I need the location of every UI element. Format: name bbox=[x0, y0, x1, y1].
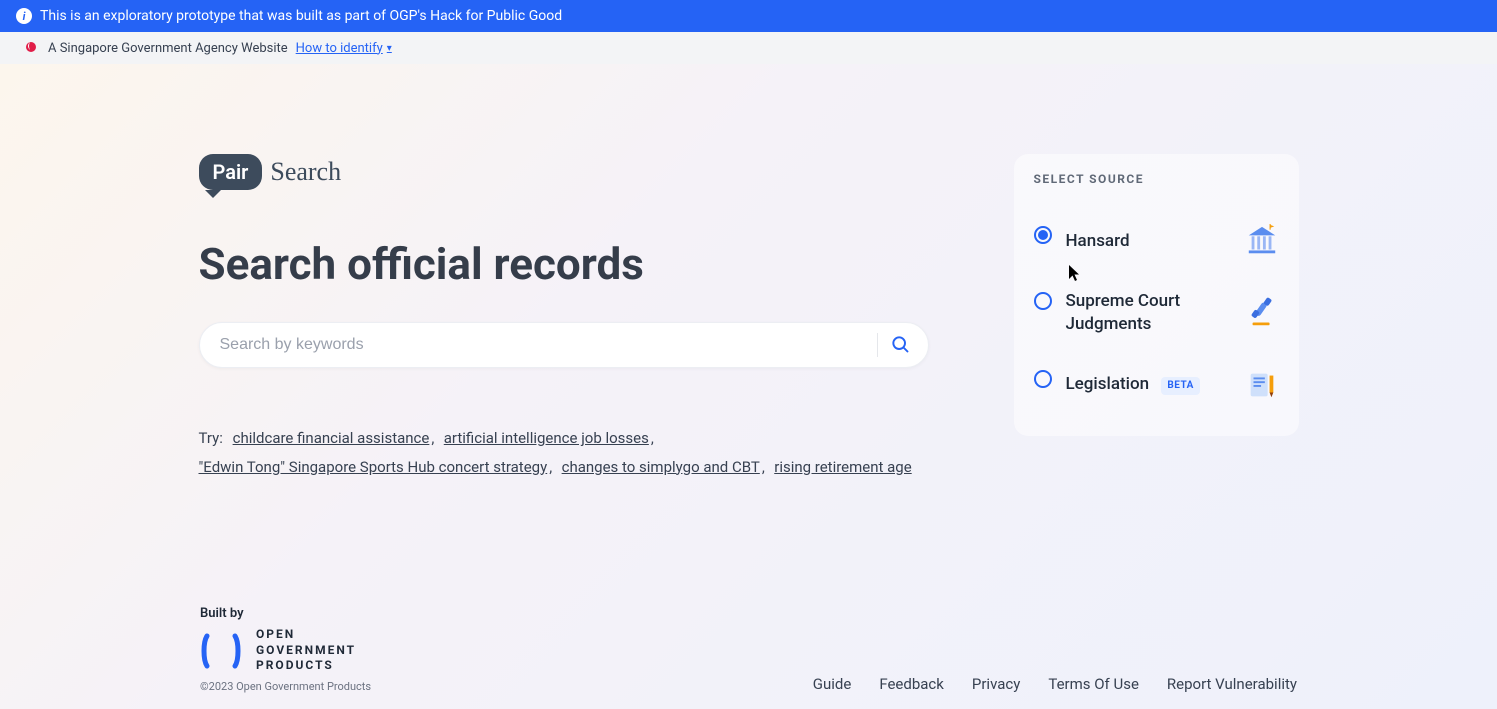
source-label: Hansard bbox=[1066, 230, 1231, 253]
gov-bar-text: A Singapore Government Agency Website bbox=[48, 41, 288, 56]
radio-unselected-icon bbox=[1034, 370, 1052, 388]
footer: Built by OPEN GOVERNMENT PRODUCTS ©2023 … bbox=[0, 606, 1497, 693]
source-label: Supreme Court Judgments bbox=[1066, 290, 1231, 336]
brand-text: Search bbox=[270, 157, 341, 187]
radio-unselected-icon bbox=[1034, 292, 1052, 310]
try-suggestions: Try: childcare financial assistance, art… bbox=[199, 424, 939, 481]
try-link-4[interactable]: rising retirement age bbox=[774, 458, 911, 476]
try-link-3[interactable]: changes to simplygo and CBT bbox=[562, 458, 760, 476]
footer-link-terms[interactable]: Terms Of Use bbox=[1048, 675, 1139, 693]
beta-badge: BETA bbox=[1161, 377, 1200, 395]
footer-link-feedback[interactable]: Feedback bbox=[879, 675, 944, 693]
info-icon: i bbox=[16, 8, 32, 24]
try-link-2[interactable]: "Edwin Tong" Singapore Sports Hub concer… bbox=[199, 458, 548, 476]
search-bar[interactable] bbox=[199, 322, 929, 368]
document-pencil-icon bbox=[1245, 368, 1279, 402]
singapore-flag-icon bbox=[24, 40, 40, 56]
gavel-icon bbox=[1245, 296, 1279, 330]
try-label: Try: bbox=[199, 429, 223, 447]
built-by-label: Built by bbox=[200, 606, 371, 621]
try-link-1[interactable]: artificial intelligence job losses bbox=[444, 429, 649, 447]
try-link-0[interactable]: childcare financial assistance bbox=[233, 429, 430, 447]
ogp-brand: OPEN GOVERNMENT PRODUCTS bbox=[200, 627, 371, 674]
search-icon bbox=[890, 334, 910, 357]
source-item-hansard[interactable]: Hansard bbox=[1034, 208, 1279, 274]
source-item-judgments[interactable]: Supreme Court Judgments bbox=[1034, 274, 1279, 352]
footer-links: Guide Feedback Privacy Terms Of Use Repo… bbox=[813, 675, 1297, 693]
banner-text: This is an exploratory prototype that wa… bbox=[40, 8, 562, 24]
main-content: Pair Search Search official records Try:… bbox=[199, 154, 1299, 481]
left-column: Pair Search Search official records Try:… bbox=[199, 154, 939, 481]
ogp-text: OPEN GOVERNMENT PRODUCTS bbox=[256, 627, 356, 674]
right-column: SELECT SOURCE Hansard Supreme Court Judg… bbox=[1014, 154, 1299, 436]
copyright-text: ©2023 Open Government Products bbox=[200, 680, 371, 693]
brand-logo: Pair Search bbox=[199, 154, 939, 190]
page-title: Search official records bbox=[199, 238, 939, 290]
brand-badge: Pair bbox=[199, 154, 263, 190]
search-divider bbox=[877, 333, 878, 357]
parliament-icon bbox=[1245, 224, 1279, 258]
source-panel-title: SELECT SOURCE bbox=[1034, 172, 1279, 186]
prototype-banner: i This is an exploratory prototype that … bbox=[0, 0, 1497, 32]
source-item-legislation[interactable]: Legislation BETA bbox=[1034, 352, 1279, 418]
how-to-identify-link[interactable]: How to identify ▾ bbox=[296, 41, 392, 56]
radio-selected-icon bbox=[1034, 226, 1052, 244]
source-label: Legislation BETA bbox=[1066, 373, 1231, 396]
footer-link-report[interactable]: Report Vulnerability bbox=[1167, 675, 1297, 693]
footer-link-guide[interactable]: Guide bbox=[813, 675, 852, 693]
footer-link-privacy[interactable]: Privacy bbox=[972, 675, 1020, 693]
ogp-logo-icon bbox=[200, 630, 242, 672]
search-input[interactable] bbox=[210, 336, 877, 354]
chevron-down-icon: ▾ bbox=[387, 43, 392, 54]
source-panel: SELECT SOURCE Hansard Supreme Court Judg… bbox=[1014, 154, 1299, 436]
built-by-block: Built by OPEN GOVERNMENT PRODUCTS ©2023 … bbox=[200, 606, 371, 693]
gov-agency-bar: A Singapore Government Agency Website Ho… bbox=[0, 32, 1497, 64]
search-button[interactable] bbox=[890, 334, 910, 357]
